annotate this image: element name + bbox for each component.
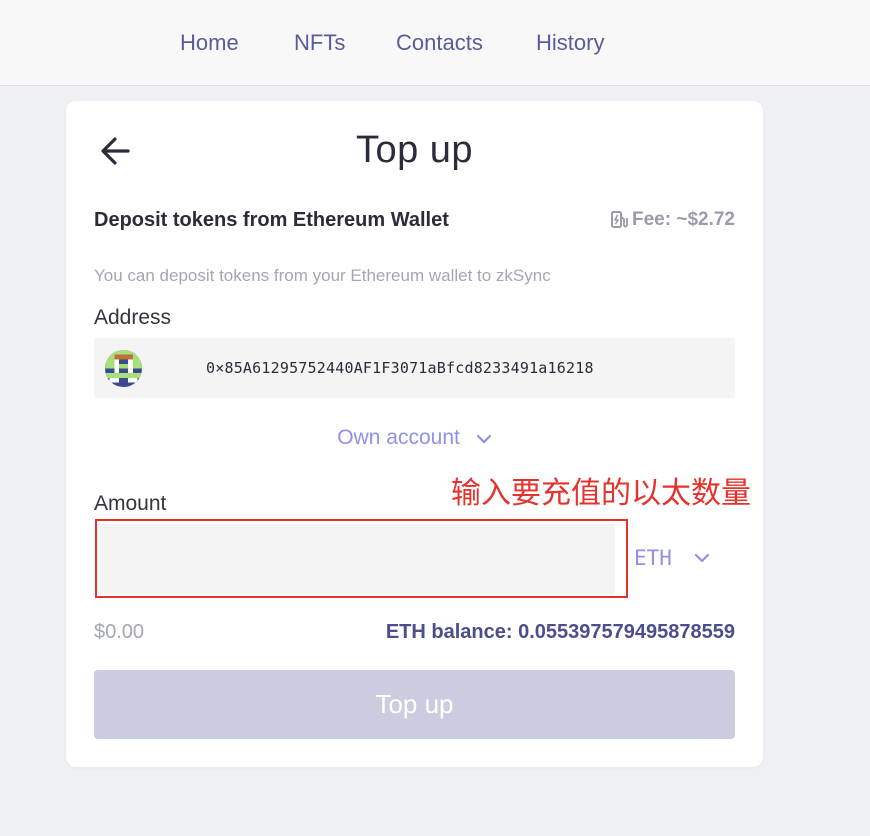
top-navigation: Home NFTs Contacts History (0, 0, 870, 86)
page-title: Top up (355, 129, 474, 171)
amount-input[interactable] (97, 524, 615, 594)
account-selector[interactable]: Own account (66, 426, 763, 450)
fee-text: Fee: ~$2.72 (632, 209, 735, 230)
nav-nfts[interactable]: NFTs (294, 30, 345, 56)
token-selector[interactable]: ETH (634, 546, 710, 570)
token-balance[interactable]: ETH balance: 0.055397579495878559 (386, 621, 735, 644)
gas-pump-icon (611, 211, 628, 228)
usd-value: $0.00 (94, 621, 145, 643)
address-field: 0×85A61295752440AF1F3071aBfcd8233491a162… (94, 338, 735, 398)
avatar (105, 350, 142, 387)
chevron-down-icon (694, 553, 710, 563)
nav-home[interactable]: Home (180, 30, 239, 56)
annotation-text: 输入要充值的以太数量 (451, 476, 751, 511)
address-value: 0×85A61295752440AF1F3071aBfcd8233491a162… (206, 359, 594, 377)
account-selector-label: Own account (337, 426, 460, 449)
nav-contacts[interactable]: Contacts (396, 30, 483, 56)
token-symbol: ETH (634, 546, 672, 570)
nav-history[interactable]: History (536, 30, 604, 56)
description-text: You can deposit tokens from your Ethereu… (94, 266, 551, 285)
amount-label: Amount (94, 492, 167, 515)
section-title: Deposit tokens from Ethereum Wallet (94, 209, 449, 231)
topup-button[interactable]: Top up (94, 670, 735, 739)
fee-indicator: Fee: ~$2.72 (610, 209, 735, 231)
chevron-down-icon (476, 426, 492, 450)
address-label: Address (94, 306, 172, 329)
topup-card: Top up Deposit tokens from Ethereum Wall… (66, 101, 763, 767)
